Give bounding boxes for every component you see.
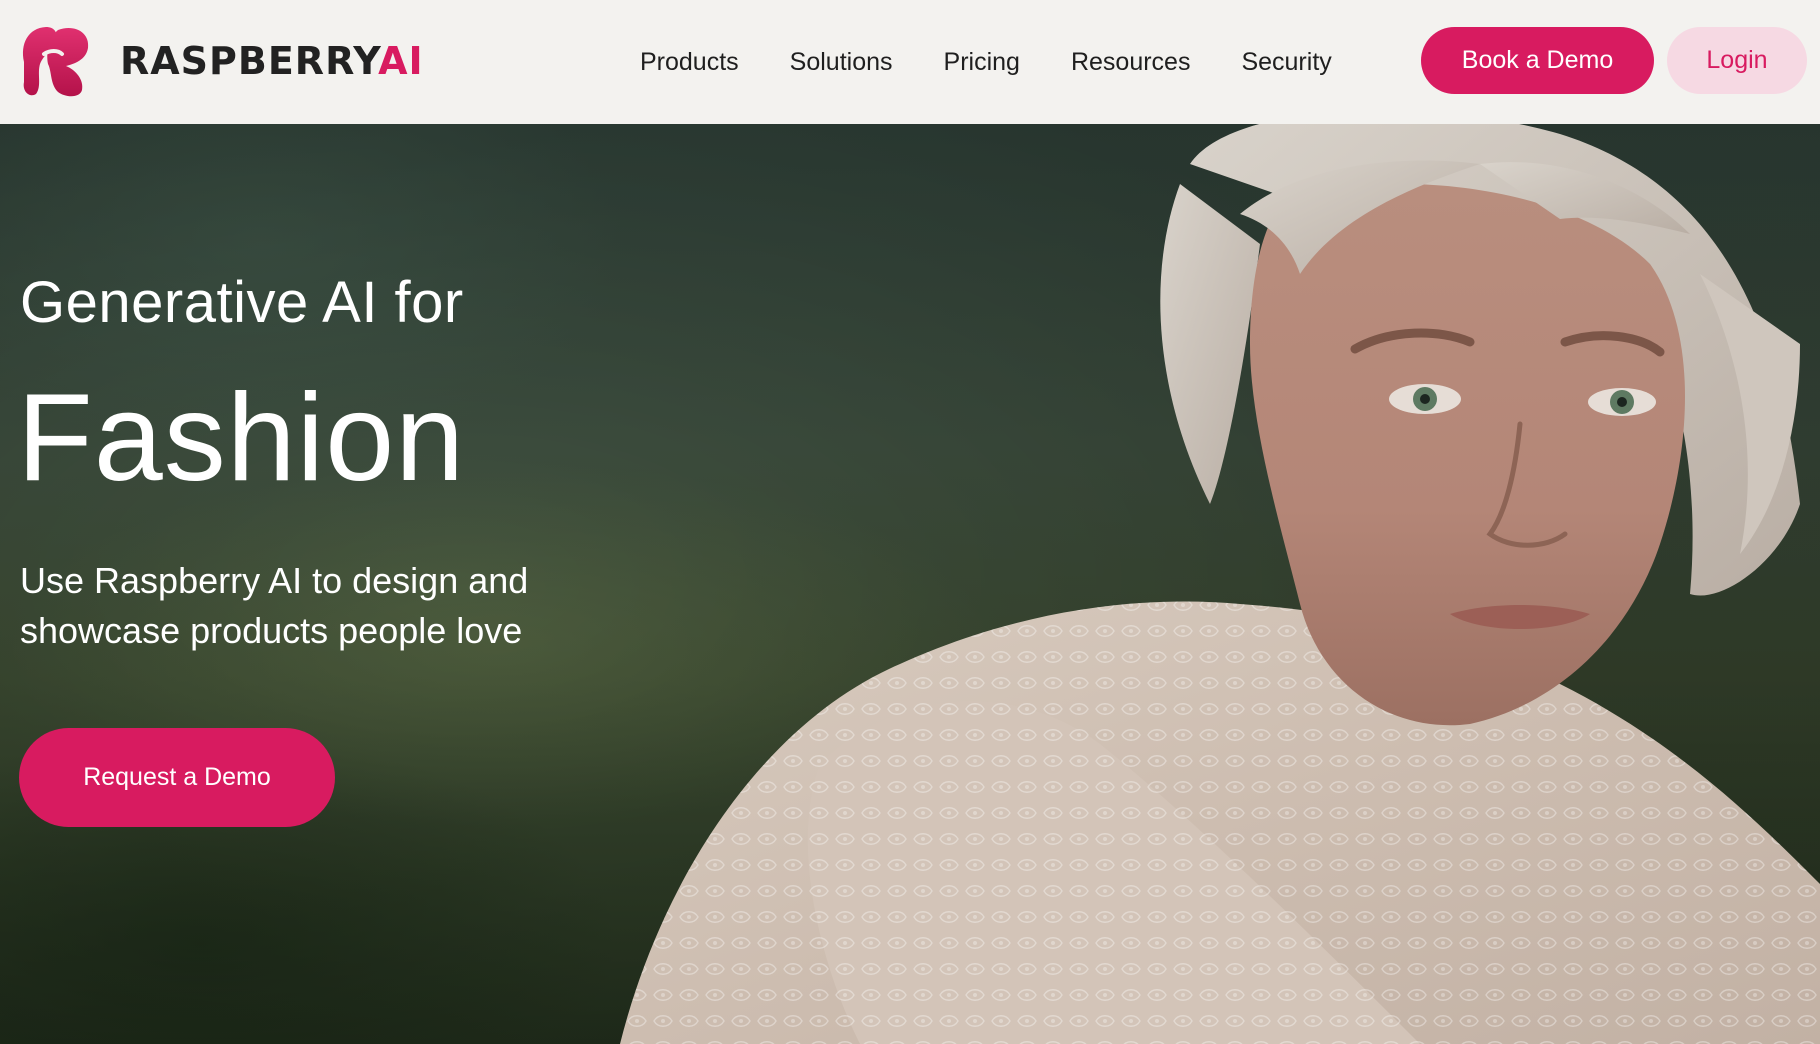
nav-item-pricing[interactable]: Pricing <box>944 48 1020 77</box>
brand-name-accent: AI <box>378 39 424 83</box>
hero-subtitle-line-1: Use Raspberry AI to design and <box>20 560 529 601</box>
brand-wordmark: RASPBERRYAI <box>120 39 424 83</box>
hero-section: Generative AI for Fashion Use Raspberry … <box>0 124 1820 1044</box>
main-nav: Products Solutions Pricing Resources Sec… <box>640 0 1332 124</box>
raspberry-r-logo-icon <box>22 27 89 97</box>
login-button[interactable]: Login <box>1667 27 1807 94</box>
hero-copy: Generative AI for Fashion Use Raspberry … <box>17 270 660 656</box>
hero-subtitle-line-2: showcase products people love <box>20 610 523 651</box>
hero-title: Fashion <box>17 369 466 507</box>
hero-subtitle: Use Raspberry AI to design and showcase … <box>20 556 640 656</box>
nav-item-solutions[interactable]: Solutions <box>790 48 893 77</box>
hero-kicker: Generative AI for <box>20 270 464 335</box>
request-demo-button[interactable]: Request a Demo <box>19 728 335 827</box>
brand-name: RASPBERRY <box>120 39 379 83</box>
nav-item-resources[interactable]: Resources <box>1071 48 1191 77</box>
brand-logo[interactable]: RASPBERRYAI <box>18 24 424 98</box>
nav-item-security[interactable]: Security <box>1241 48 1331 77</box>
book-demo-button[interactable]: Book a Demo <box>1421 27 1654 94</box>
nav-item-products[interactable]: Products <box>640 48 739 77</box>
site-header: RASPBERRYAI Products Solutions Pricing R… <box>0 0 1820 124</box>
